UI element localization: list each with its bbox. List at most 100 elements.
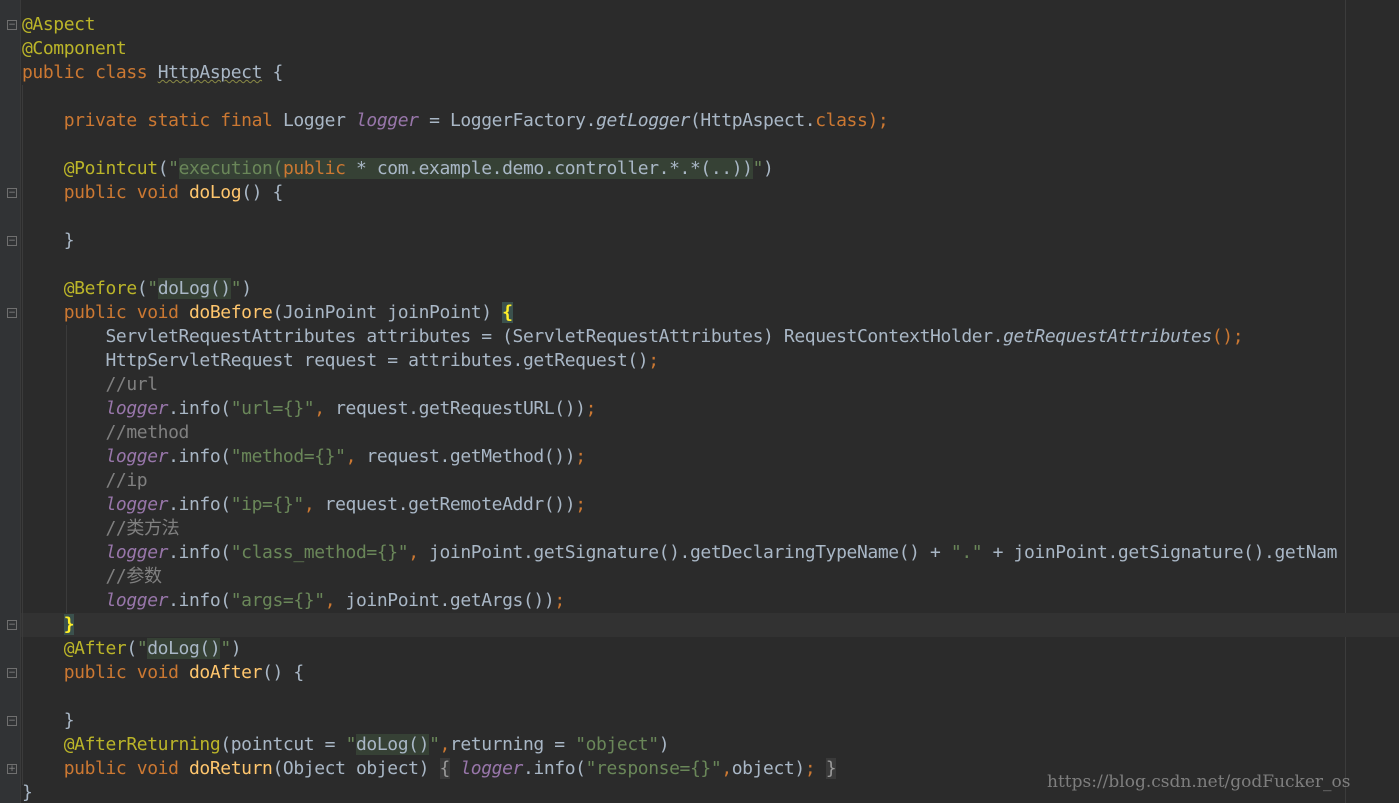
keyword: public void — [63, 182, 179, 203]
punctuation: , — [408, 542, 419, 563]
code-line: //类方法 — [22, 517, 1337, 541]
annotation: @Aspect — [22, 14, 96, 35]
paren: ) — [230, 638, 242, 659]
code-line: logger.info("url={}", request.getRequest… — [22, 397, 1337, 421]
code-text: (JoinPoint joinPoint) — [272, 302, 503, 323]
code-line: @Pointcut("execution(public * com.exampl… — [22, 157, 1337, 181]
code-text: + joinPoint.getSignature().getNam — [982, 542, 1338, 563]
comment: //类方法 — [105, 518, 180, 539]
string-quote: " — [752, 158, 764, 179]
code-text: (HttpAspect. — [690, 110, 816, 131]
string-quote: " — [168, 158, 179, 179]
keyword: public void — [63, 758, 179, 779]
fold-collapse-icon[interactable]: − — [7, 20, 17, 30]
folded-region-start[interactable]: { — [439, 758, 450, 779]
code-line: logger.info("class_method={}", joinPoint… — [22, 541, 1338, 565]
code-text: HttpServletRequest request = attributes.… — [105, 350, 649, 371]
code-text: .info( — [168, 398, 231, 419]
fold-collapse-icon[interactable]: − — [7, 620, 17, 630]
matched-brace: { — [502, 302, 513, 323]
code-line: HttpServletRequest request = attributes.… — [22, 349, 1337, 373]
code-text: () { — [241, 182, 283, 203]
paren: ( — [136, 278, 148, 299]
string: "class_method={}" — [230, 542, 409, 563]
keyword: private static final — [63, 110, 273, 131]
code-line: logger.info("args={}", joinPoint.getArgs… — [22, 589, 1337, 613]
code-text: request.getRequestURL()) — [324, 398, 586, 419]
code-line: ServletRequestAttributes attributes = (S… — [22, 325, 1337, 349]
comment: //参数 — [105, 566, 162, 587]
code-line: } — [22, 613, 1337, 637]
code-line: public void doBefore(JoinPoint joinPoint… — [22, 301, 1337, 325]
fold-collapse-icon[interactable]: − — [7, 716, 17, 726]
field: logger — [105, 494, 169, 515]
watermark-text: https://blog.csdn.net/godFucker_os — [1047, 772, 1351, 792]
punctuation: ; — [575, 494, 586, 515]
comment: //url — [105, 374, 159, 395]
comment: //ip — [105, 470, 148, 491]
keyword: class — [95, 62, 148, 83]
string-quote: " — [220, 638, 231, 659]
keyword: public void — [63, 302, 179, 323]
comment: //method — [105, 422, 190, 443]
punctuation: ; — [585, 398, 597, 419]
code-editor[interactable]: − − − − − − − + @Aspect @Component publi… — [0, 0, 1399, 803]
code-line: //参数 — [22, 565, 1337, 589]
code-line: @After("doLog()") — [22, 637, 1337, 661]
string: "response={}" — [585, 758, 722, 779]
string: "object" — [575, 734, 659, 755]
code-line: public class HttpAspect { — [22, 61, 1337, 85]
code-line: @AfterReturning(pointcut = "doLog()",ret… — [22, 733, 1337, 757]
code-line: private static final Logger logger = Log… — [22, 109, 1337, 133]
code-line: logger.info("ip={}", request.getRemoteAd… — [22, 493, 1337, 517]
brace: } — [63, 230, 75, 251]
fold-collapse-icon[interactable]: − — [7, 236, 17, 246]
fold-collapse-icon[interactable]: − — [7, 668, 17, 678]
fold-collapse-icon[interactable]: − — [7, 308, 17, 318]
punctuation: (); — [1211, 326, 1244, 347]
punctuation: ; — [804, 758, 816, 779]
code-line: //method — [22, 421, 1337, 445]
code-line: logger.info("method={}", request.getMeth… — [22, 445, 1337, 469]
field: logger — [105, 590, 169, 611]
method-name: doAfter — [189, 662, 263, 683]
paren: ) — [241, 278, 252, 299]
annotation: @Component — [22, 38, 127, 59]
code-area[interactable]: @Aspect @Component public class HttpAspe… — [22, 13, 1337, 803]
code-line: public void doAfter() { — [22, 661, 1337, 685]
injected-language: execution(public * com.example.demo.cont… — [178, 158, 753, 179]
editor-gutter — [0, 0, 21, 803]
code-text: request.getRemoteAddr()) — [314, 494, 576, 515]
code-text: .info( — [168, 542, 231, 563]
folded-region-end[interactable]: } — [825, 758, 837, 779]
static-method: getLogger — [596, 110, 690, 131]
code-text: request.getMethod()) — [356, 446, 576, 467]
annotation: @AfterReturning — [63, 734, 221, 755]
punctuation: ); — [867, 110, 889, 131]
code-line: } — [22, 229, 1337, 253]
punctuation: ; — [648, 350, 659, 371]
operator: = — [429, 110, 440, 131]
field: logger — [356, 110, 419, 131]
string-quote: " — [136, 638, 148, 659]
code-text: (Object object) — [272, 758, 430, 779]
field: logger — [105, 446, 169, 467]
injected-language: doLog() — [356, 734, 430, 755]
injected-language: doLog() — [147, 638, 221, 659]
field: logger — [105, 542, 169, 563]
string: "url={}" — [230, 398, 315, 419]
fold-expand-icon[interactable]: + — [7, 764, 17, 774]
brace: { — [272, 62, 284, 83]
method-name: doBefore — [189, 302, 273, 323]
punctuation: , — [345, 446, 357, 467]
fold-collapse-icon[interactable]: − — [7, 188, 17, 198]
keyword: public — [22, 62, 85, 83]
code-line: public void doLog() { — [22, 181, 1337, 205]
method-name: doReturn — [189, 758, 273, 779]
keyword: class — [815, 110, 868, 131]
paren: ( — [157, 158, 169, 179]
type: Logger — [282, 110, 346, 131]
field: logger — [460, 758, 523, 779]
